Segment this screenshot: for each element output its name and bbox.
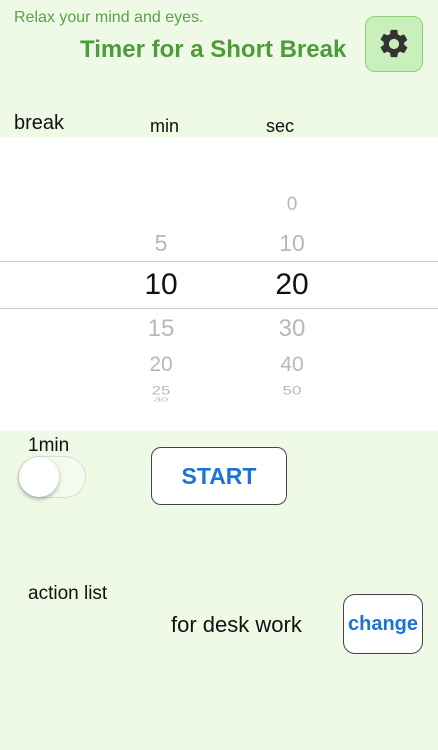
second-option[interactable]: 10 [252,230,332,257]
minute-option[interactable]: 30 [121,397,201,403]
start-button[interactable]: START [151,447,287,505]
one-min-toggle[interactable] [18,456,86,498]
app-title: Timer for a Short Break [80,36,347,63]
time-picker[interactable]: 5 10 15 20 25 30 0 10 20 30 40 50 [0,137,438,431]
minute-option[interactable]: 20 [121,353,201,377]
min-label: min [150,116,180,136]
second-option[interactable]: 40 [252,353,332,377]
toggle-knob [19,457,59,497]
picker-selection-bottom-line [0,308,438,309]
gear-icon [380,29,408,58]
sec-label: sec [266,116,295,136]
second-selected[interactable]: 20 [252,268,332,302]
break-label: break [14,112,65,134]
picker-selection-top-line [0,261,438,262]
change-button[interactable]: change [343,594,423,654]
action-list-label: action list [28,583,108,604]
subtitle: Relax your mind and eyes. [14,9,204,26]
second-option[interactable]: 50 [252,384,332,398]
minute-selected[interactable]: 10 [121,268,201,302]
minute-option[interactable]: 5 [121,230,201,257]
minute-option[interactable]: 15 [121,315,201,343]
action-list-value: for desk work [171,612,302,637]
one-min-label: 1min [28,435,70,456]
second-option[interactable]: 30 [252,315,332,343]
settings-button[interactable] [365,16,423,72]
second-option[interactable]: 0 [252,194,332,216]
